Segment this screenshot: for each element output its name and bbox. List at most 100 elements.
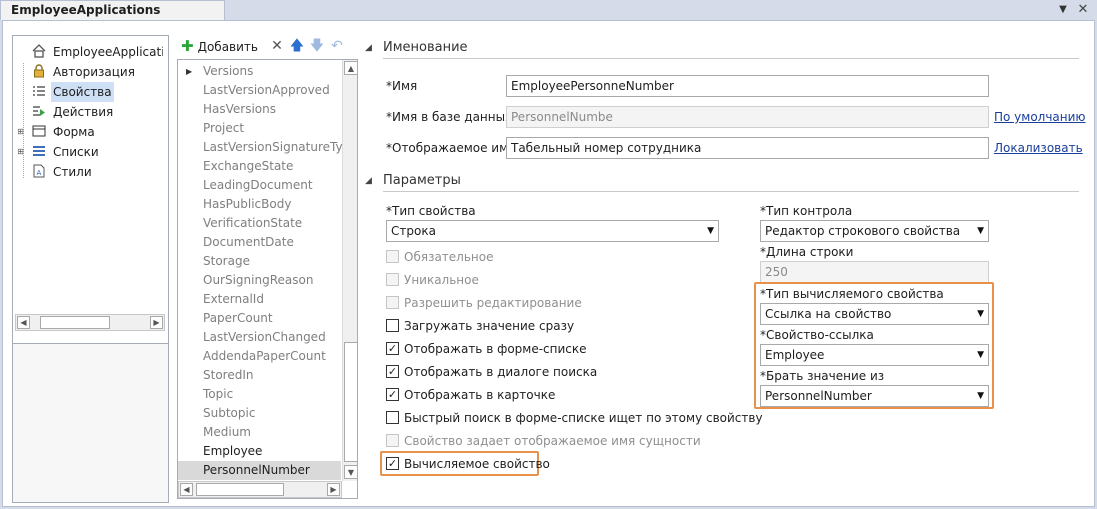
chevron-down-icon: ▼	[707, 226, 714, 236]
list-item[interactable]: ExchangeState	[178, 157, 341, 176]
lists-icon	[31, 144, 47, 160]
db-name-input[interactable]: PersonnelNumbe	[506, 106, 989, 128]
list-item[interactable]: Storage	[178, 252, 341, 271]
lock-icon	[31, 64, 47, 80]
properties-toolbar: ✚ Добавить ✕ 🡅 🡇 ↶	[181, 35, 361, 57]
section-divider	[383, 58, 1079, 59]
property-type-label: *Тип свойства	[386, 204, 476, 218]
control-type-select[interactable]: Редактор строкового свойства ▼	[760, 220, 989, 242]
scroll-thumb[interactable]	[196, 483, 284, 496]
list-item[interactable]: DocumentDate	[178, 233, 341, 252]
scroll-left-icon[interactable]: ◀	[180, 483, 193, 496]
checkbox-box[interactable]	[386, 296, 399, 309]
checkbox-box[interactable]	[386, 319, 399, 332]
checkbox-box[interactable]	[386, 250, 399, 263]
list-item[interactable]: Versions	[178, 62, 341, 81]
list-item[interactable]: Subtopic	[178, 404, 341, 423]
collapse-triangle-icon[interactable]: ◢	[365, 172, 372, 190]
scroll-up-icon[interactable]: ▲	[344, 61, 357, 75]
list-item[interactable]: Employee	[178, 442, 341, 461]
tree-item-properties[interactable]: Свойства	[13, 82, 163, 102]
tree-item-label: Форма	[53, 125, 95, 139]
name-input[interactable]: EmployeePersonneNumber	[506, 75, 989, 97]
default-link[interactable]: По умолчанию	[994, 108, 1086, 126]
move-down-icon[interactable]: 🡇	[309, 37, 325, 55]
checkbox-box[interactable]	[386, 434, 399, 447]
document-tabstrip: EmployeeApplications [Документ] ▼ ✕	[0, 0, 1097, 36]
naming-section-header[interactable]: ◢ Именование	[365, 39, 565, 57]
tree-item-label: Авторизация	[53, 65, 135, 79]
list-item[interactable]: AddendaPaperCount	[178, 347, 341, 366]
checkmark-icon[interactable]: ✓	[386, 457, 399, 470]
close-icon[interactable]: ✕	[1076, 3, 1090, 17]
property-type-select[interactable]: Строка ▼	[386, 220, 719, 242]
list-item[interactable]: VerificationState	[178, 214, 341, 233]
scroll-left-icon[interactable]: ◀	[17, 316, 30, 329]
display-name-label: *Отображаемое имя	[386, 141, 516, 155]
scroll-thumb[interactable]	[40, 316, 110, 329]
params-section-header[interactable]: ◢ Параметры	[365, 172, 565, 190]
computed-type-label: *Тип вычисляемого свойства	[760, 287, 944, 301]
display-name-input[interactable]: Табельный номер сотрудника	[506, 137, 989, 159]
structure-tree: EmployeeApplicatio Авторизация Свойства …	[12, 35, 169, 353]
list-item[interactable]: OurSigningReason	[178, 271, 341, 290]
dropdown-arrow-icon[interactable]: ▼	[1056, 4, 1070, 16]
undo-icon[interactable]: ↶	[329, 37, 345, 55]
checkbox-box[interactable]	[386, 273, 399, 286]
tree-item-label: Действия	[53, 105, 114, 119]
list-item[interactable]: LastVersionApproved	[178, 81, 341, 100]
tree-item-authorization[interactable]: Авторизация	[13, 62, 163, 82]
list-item[interactable]: PaperCount	[178, 309, 341, 328]
delete-icon[interactable]: ✕	[269, 37, 285, 55]
list-item[interactable]: LastVersionChanged	[178, 328, 341, 347]
tree-details-panel	[12, 343, 169, 503]
properties-horizontal-scrollbar[interactable]: ◀ ▶	[178, 481, 342, 498]
ref-property-select[interactable]: Employee ▼	[760, 344, 989, 366]
tree-item-actions[interactable]: Действия	[13, 102, 163, 122]
computed-type-select[interactable]: Ссылка на свойство ▼	[760, 303, 989, 325]
chevron-down-icon: ▼	[977, 350, 984, 360]
scroll-right-icon[interactable]: ▶	[150, 316, 163, 329]
list-item[interactable]: HasVersions	[178, 100, 341, 119]
add-button[interactable]: ✚ Добавить	[181, 37, 258, 55]
list-item[interactable]: LeadingDocument	[178, 176, 341, 195]
list-item[interactable]: Medium	[178, 423, 341, 442]
list-item[interactable]: LastVersionSignatureType	[178, 138, 357, 157]
chevron-down-icon: ▼	[977, 391, 984, 401]
house-icon	[31, 44, 47, 60]
checkmark-icon[interactable]: ✓	[386, 342, 399, 355]
tree-item-label: Списки	[53, 145, 99, 159]
tree-item-label: Свойства	[51, 82, 114, 102]
tree-item-form[interactable]: ⊞ Форма	[13, 122, 163, 142]
list-item[interactable]: ExternalId	[178, 290, 341, 309]
properties-vertical-scrollbar[interactable]: ▲ ▼	[342, 60, 357, 481]
list-item[interactable]: Project	[178, 119, 341, 138]
expand-icon[interactable]: ⊞	[16, 128, 25, 137]
take-value-select[interactable]: PersonnelNumber ▼	[760, 385, 989, 407]
computed-type-value: Ссылка на свойство	[765, 307, 892, 321]
section-divider	[383, 191, 1079, 192]
checkbox-box[interactable]	[386, 411, 399, 424]
checkmark-icon[interactable]: ✓	[386, 388, 399, 401]
tree-item-styles[interactable]: A Стили	[13, 162, 163, 182]
scroll-thumb[interactable]	[344, 342, 357, 462]
document-tab[interactable]: EmployeeApplications [Документ]	[0, 0, 225, 36]
tree-horizontal-scrollbar[interactable]: ◀ ▶	[15, 314, 165, 331]
scroll-right-icon[interactable]: ▶	[327, 483, 340, 496]
localize-link[interactable]: Локализовать	[994, 139, 1083, 157]
checkmark-icon[interactable]: ✓	[386, 365, 399, 378]
move-up-icon[interactable]: 🡅	[289, 37, 305, 55]
collapse-triangle-icon[interactable]: ◢	[365, 39, 372, 57]
string-length-input[interactable]: 250	[760, 261, 989, 283]
list-item[interactable]: StoredIn	[178, 366, 341, 385]
expand-icon[interactable]: ⊞	[16, 148, 25, 157]
tree-item-lists[interactable]: ⊞ Списки	[13, 142, 163, 162]
scroll-down-icon[interactable]: ▼	[344, 465, 357, 479]
tree-item-root[interactable]: EmployeeApplicatio	[13, 42, 163, 62]
control-type-label: *Тип контрола	[760, 204, 853, 218]
list-item-selected[interactable]: PersonnelNumber	[178, 461, 341, 480]
form-icon	[31, 124, 47, 140]
list-item[interactable]: HasPublicBody	[178, 195, 341, 214]
take-value-label: *Брать значение из	[760, 369, 885, 383]
list-item[interactable]: Topic	[178, 385, 341, 404]
